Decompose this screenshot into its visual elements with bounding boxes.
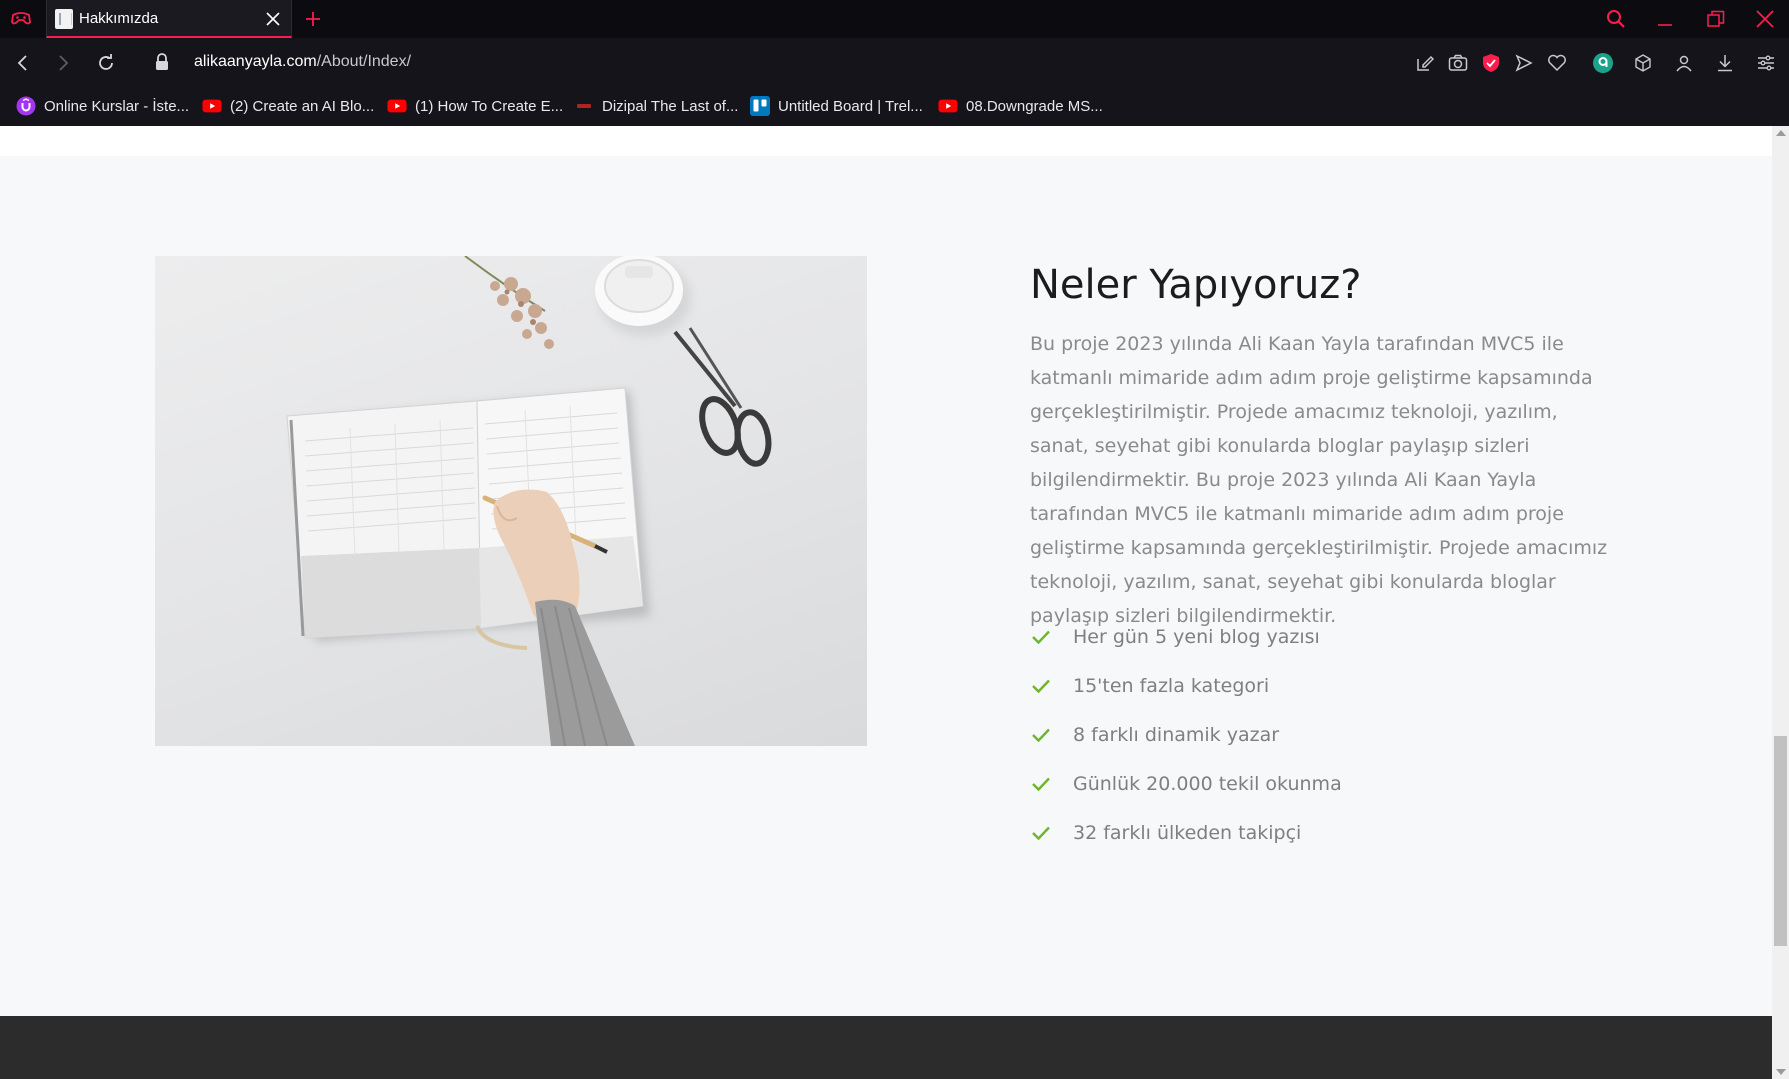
restore-window-icon[interactable] (1699, 6, 1733, 32)
scroll-up-arrow-icon[interactable] (1776, 130, 1786, 136)
feature-list: Her gün 5 yeni blog yazısı 15'ten fazla … (1030, 612, 1342, 857)
url-path: /About/Index/ (316, 53, 412, 70)
scrollbar-thumb[interactable] (1774, 736, 1787, 946)
easy-setup-menu-icon[interactable] (1754, 51, 1778, 75)
bookmark-item[interactable]: Online Kurslar - İste... (16, 95, 189, 117)
scroll-down-arrow-icon[interactable] (1776, 1069, 1786, 1075)
new-tab-plus-icon[interactable] (300, 6, 326, 32)
url-host: alikaanyayla.com (194, 53, 317, 70)
close-tab-icon[interactable] (263, 9, 283, 29)
bookmark-label: 08.Downgrade MS... (966, 97, 1103, 115)
address-toolbar: alikaanyayla.com/About/Index/ (0, 38, 1789, 87)
check-icon (1030, 773, 1052, 795)
adblock-shield-icon[interactable] (1479, 51, 1503, 75)
page-scrollbar[interactable] (1772, 126, 1789, 1079)
tab-active[interactable]: Hakkımızda (46, 0, 292, 38)
trello-icon (750, 96, 770, 116)
profile-icon[interactable] (1672, 51, 1696, 75)
check-icon (1030, 822, 1052, 844)
feature-label: 8 farklı dinamik yazar (1073, 723, 1280, 746)
check-icon (1030, 675, 1052, 697)
feature-item: 15'ten fazla kategori (1030, 661, 1342, 710)
feature-label: 32 farklı ülkeden takipçi (1073, 821, 1302, 844)
heart-icon[interactable] (1545, 51, 1569, 75)
bookmark-label: (1) How To Create E... (415, 97, 564, 115)
snapshot-edit-icon[interactable] (1413, 51, 1437, 75)
check-icon (1030, 626, 1052, 648)
feature-item: Her gün 5 yeni blog yazısı (1030, 612, 1342, 661)
header-bottom-edge (0, 126, 1772, 156)
youtube-icon (202, 97, 222, 115)
footer (0, 1016, 1772, 1079)
search-tabs-icon[interactable] (1599, 6, 1633, 32)
bookmarks-bar: Online Kurslar - İste... (2) Create an A… (0, 87, 1789, 126)
feature-label: Her gün 5 yeni blog yazısı (1073, 625, 1320, 648)
extension-a-icon[interactable] (1591, 51, 1615, 75)
youtube-icon (387, 97, 407, 115)
bookmark-label: (2) Create an AI Blo... (230, 97, 375, 115)
gx-control-icon[interactable] (8, 7, 34, 31)
bookmark-item[interactable]: (2) Create an AI Blo... (202, 95, 374, 117)
bookmark-label: Dizipal The Last of... (602, 97, 739, 115)
bookmark-item[interactable]: Untitled Board | Trel... (750, 95, 923, 117)
tab-strip: Hakkımızda (0, 0, 1789, 38)
bookmark-label: Untitled Board | Trel... (778, 97, 923, 115)
url-field[interactable]: alikaanyayla.com/About/Index/ (194, 53, 411, 71)
section-title: Neler Yapıyoruz? (1030, 262, 1362, 308)
reload-icon[interactable] (93, 50, 119, 76)
bookmark-item[interactable]: 08.Downgrade MS... (938, 95, 1103, 117)
tab-title: Hakkımızda (79, 10, 159, 27)
bookmark-label: Online Kurslar - İste... (44, 97, 190, 115)
feature-item: 8 farklı dinamik yazar (1030, 710, 1342, 759)
close-window-icon[interactable] (1748, 6, 1782, 32)
about-image (155, 256, 867, 746)
feature-label: Günlük 20.000 tekil okunma (1073, 772, 1342, 795)
bookmark-item[interactable]: (1) How To Create E... (387, 95, 563, 117)
youtube-icon (938, 97, 958, 115)
back-arrow-icon[interactable] (10, 50, 36, 76)
feature-label: 15'ten fazla kategori (1073, 674, 1270, 697)
check-icon (1030, 724, 1052, 746)
feature-item: Günlük 20.000 tekil okunma (1030, 759, 1342, 808)
send-icon[interactable] (1512, 51, 1536, 75)
page-favicon-icon (55, 9, 73, 29)
bookmark-item[interactable]: Dizipal The Last of... (574, 95, 738, 117)
forward-arrow-icon[interactable] (50, 50, 76, 76)
extensions-cube-icon[interactable] (1631, 51, 1655, 75)
minimize-window-icon[interactable] (1648, 6, 1682, 32)
udemy-icon (16, 96, 36, 116)
section-paragraph: Bu proje 2023 yılında Ali Kaan Yayla tar… (1030, 333, 1608, 627)
feature-item: 32 farklı ülkeden takipçi (1030, 808, 1342, 857)
page-viewport: Neler Yapıyoruz? Bu proje 2023 yılında A… (0, 126, 1789, 1079)
download-icon[interactable] (1713, 51, 1737, 75)
camera-icon[interactable] (1446, 51, 1470, 75)
lock-icon[interactable] (154, 52, 172, 74)
dizipal-icon (574, 97, 594, 115)
